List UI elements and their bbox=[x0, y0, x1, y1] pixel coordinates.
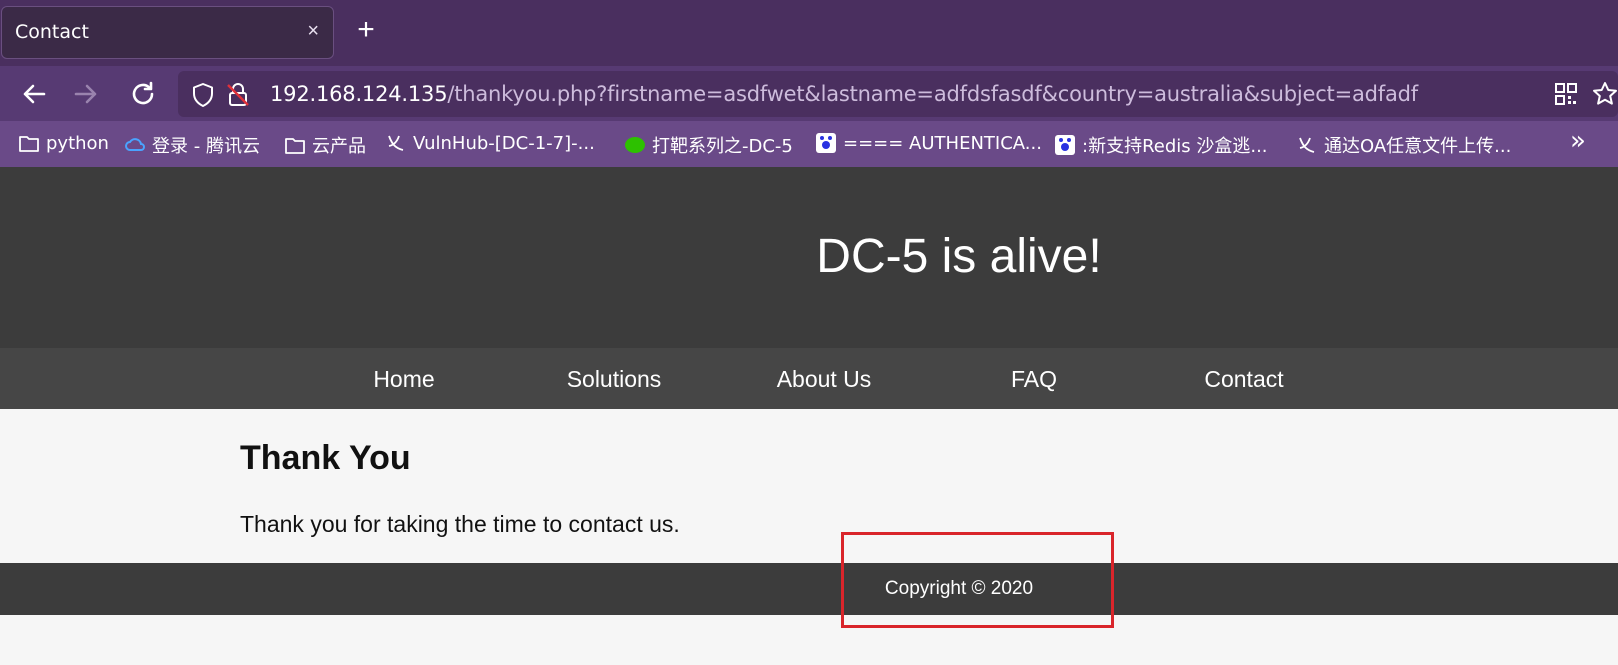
cloud-icon bbox=[125, 138, 145, 151]
more-bookmarks-button[interactable]: » bbox=[1570, 126, 1586, 156]
bookmark-item[interactable]: 打靶系列之-DC-5 bbox=[624, 132, 793, 158]
nav-link-solutions[interactable]: Solutions bbox=[514, 366, 714, 393]
address-bar[interactable]: 192.168.124.135/thankyou.php?firstname=a… bbox=[178, 71, 1618, 117]
copyright-text: Copyright © 2020 bbox=[884, 578, 1034, 599]
insecure-lock-icon[interactable] bbox=[225, 81, 251, 109]
wechat-icon bbox=[625, 137, 645, 153]
close-icon[interactable]: × bbox=[307, 19, 319, 43]
bookmark-label: ==== AUTHENTICA... bbox=[843, 132, 1042, 154]
thank-you-message: Thank you for taking the time to contact… bbox=[240, 511, 680, 537]
bookmark-item[interactable]: python bbox=[18, 132, 109, 154]
bookmark-item[interactable]: 登录 - 腾讯云 bbox=[124, 132, 260, 158]
browser-toolbar: 192.168.124.135/thankyou.php?firstname=a… bbox=[0, 66, 1618, 121]
site-navigation: Home Solutions About Us FAQ Contact bbox=[0, 348, 1618, 409]
baidu-icon bbox=[1055, 135, 1075, 155]
nav-link-about-us[interactable]: About Us bbox=[724, 366, 924, 393]
bookmark-item[interactable]: :新支持Redis 沙盒逃... bbox=[1054, 132, 1268, 158]
new-tab-button[interactable]: + bbox=[352, 15, 380, 45]
browser-tab-contact[interactable]: Contact × bbox=[1, 6, 334, 59]
shield-icon[interactable] bbox=[190, 82, 216, 108]
tab-title: Contact bbox=[15, 21, 89, 43]
site-icon bbox=[388, 135, 404, 151]
nav-link-faq[interactable]: FAQ bbox=[934, 366, 1134, 393]
star-icon[interactable] bbox=[1592, 81, 1618, 107]
qr-code-icon[interactable] bbox=[1554, 82, 1578, 106]
bookmark-item[interactable]: 云产品 bbox=[284, 132, 366, 158]
bookmark-label: :新支持Redis 沙盒逃... bbox=[1082, 136, 1268, 157]
bookmark-item[interactable]: 通达OA任意文件上传... bbox=[1296, 132, 1511, 158]
forward-arrow-icon[interactable] bbox=[70, 78, 102, 110]
bookmark-item[interactable]: VulnHub-[DC-1-7]-... bbox=[385, 132, 595, 154]
bookmark-label: 通达OA任意文件上传... bbox=[1324, 136, 1512, 157]
site-icon bbox=[1299, 137, 1315, 153]
url-host: 192.168.124.135 bbox=[270, 82, 448, 106]
bookmark-label: 云产品 bbox=[312, 136, 366, 157]
url-text[interactable]: 192.168.124.135/thankyou.php?firstname=a… bbox=[270, 82, 1418, 106]
bookmarks-bar: python 登录 - 腾讯云 云产品 VulnHub-[DC-1-7]-...… bbox=[0, 121, 1618, 167]
folder-icon bbox=[19, 136, 39, 152]
site-header: DC-5 is alive! bbox=[0, 167, 1618, 348]
main-content: Thank You Thank you for taking the time … bbox=[0, 409, 1618, 563]
bookmark-label: 打靶系列之-DC-5 bbox=[652, 136, 793, 157]
url-path: /thankyou.php?firstname=asdfwet&lastname… bbox=[447, 82, 1418, 106]
nav-link-home[interactable]: Home bbox=[304, 366, 504, 393]
folder-icon bbox=[285, 138, 305, 154]
back-arrow-icon[interactable] bbox=[18, 78, 50, 110]
reload-icon[interactable] bbox=[127, 78, 159, 110]
nav-link-contact[interactable]: Contact bbox=[1144, 366, 1344, 393]
highlight-annotation-box bbox=[841, 532, 1114, 628]
site-footer: Copyright © 2020 bbox=[0, 563, 1618, 615]
baidu-icon bbox=[816, 133, 836, 153]
page-heading: Thank You bbox=[240, 439, 411, 477]
site-title: DC-5 is alive! bbox=[816, 230, 1102, 283]
bookmark-label: 登录 - 腾讯云 bbox=[152, 136, 260, 157]
browser-tab-bar: Contact × + bbox=[0, 0, 1618, 66]
bookmark-label: python bbox=[46, 132, 109, 154]
bookmark-item[interactable]: ==== AUTHENTICA... bbox=[815, 132, 1042, 154]
bookmark-label: VulnHub-[DC-1-7]-... bbox=[413, 132, 595, 154]
